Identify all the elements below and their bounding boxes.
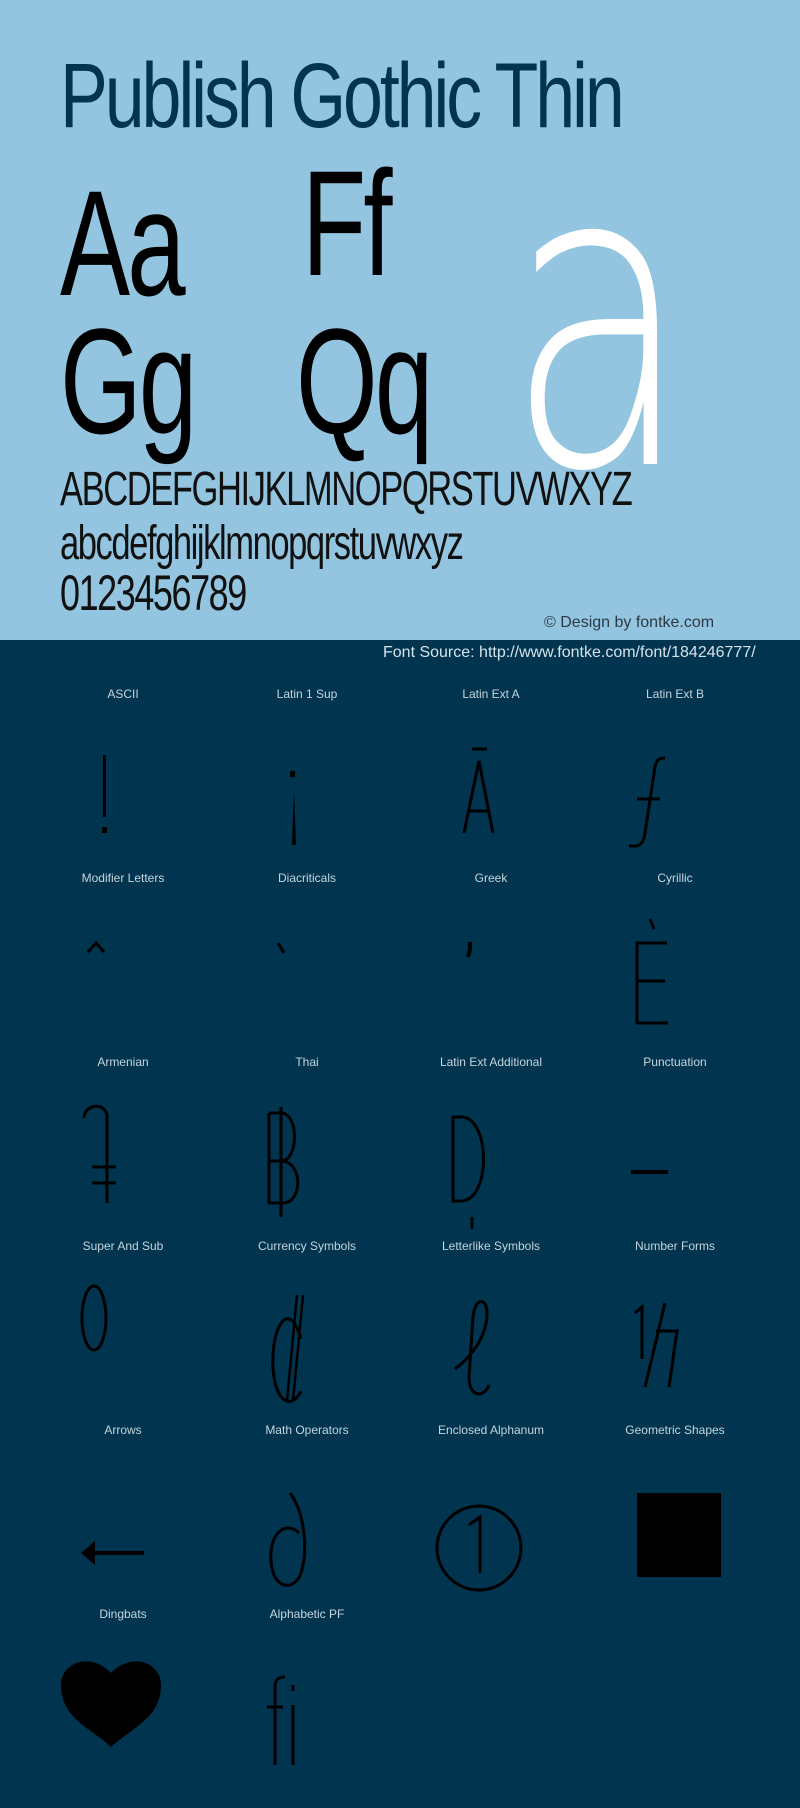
block-label: Latin Ext Additional <box>439 1055 543 1069</box>
d-dot-below-glyph-icon <box>427 1083 577 1229</box>
e-grave-glyph-icon <box>611 899 761 1039</box>
block-cell-currency-symbols[interactable]: Currency Symbols <box>215 1239 399 1423</box>
block-cell-latin-ext-b[interactable]: Latin Ext B <box>583 687 767 871</box>
block-label: Currency Symbols <box>257 1239 357 1253</box>
block-label: Punctuation <box>643 1055 707 1069</box>
block-cell-greek[interactable]: Greek <box>399 871 583 1055</box>
circumflex-glyph-icon <box>59 899 209 1039</box>
block-cell-geometric-shapes[interactable]: Geometric Shapes <box>583 1423 767 1607</box>
baht-sign-glyph-icon <box>243 1083 393 1223</box>
block-cell-latin-1-sup[interactable]: Latin 1 Sup <box>215 687 399 871</box>
block-cell-punctuation[interactable]: Punctuation <box>583 1055 767 1239</box>
one-seventh-glyph-icon <box>611 1267 761 1407</box>
lowercase-alphabet: abcdefghijklmnopqrstuvwxyz <box>60 517 464 570</box>
block-cell-latin-ext-additional[interactable]: Latin Ext Additional <box>399 1055 583 1239</box>
block-label: Cyrillic <box>657 871 693 885</box>
block-label: ASCII <box>107 687 139 701</box>
digits-row: 0123456789 <box>60 565 247 621</box>
en-dash-glyph-icon <box>611 1083 761 1223</box>
block-cell-dingbats[interactable]: Dingbats <box>31 1607 215 1791</box>
block-label: Diacriticals <box>277 871 336 885</box>
font-source-link[interactable]: Font Source: http://www.fontke.com/font/… <box>383 644 756 662</box>
block-label: Latin Ext A <box>462 687 520 701</box>
block-cell-super-and-sub[interactable]: Super And Sub <box>31 1239 215 1423</box>
block-label: Arrows <box>104 1423 142 1437</box>
block-cell-math-operators[interactable]: Math Operators <box>215 1423 399 1607</box>
sample-pair-qq: Qq <box>296 297 433 465</box>
a-macron-glyph-icon <box>427 715 577 855</box>
block-cell-number-forms[interactable]: Number Forms <box>583 1239 767 1423</box>
left-arrow-icon <box>59 1451 209 1591</box>
block-cell-enclosed-alphanum[interactable]: Enclosed Alphanum <box>399 1423 583 1607</box>
block-cell-diacriticals[interactable]: Diacriticals <box>215 871 399 1055</box>
circled-one-glyph-icon <box>427 1451 577 1592</box>
block-cell-ascii[interactable]: ASCII <box>31 687 215 871</box>
grave-accent-glyph-icon <box>243 899 393 1039</box>
block-cell-alphabetic-pf[interactable]: Alphabetic PF <box>215 1607 399 1791</box>
specimen-hero: Publish Gothic Thin Aa Ff Gg Qq a ABCDEF… <box>0 0 800 640</box>
sample-pair-aa: Aa <box>60 159 186 327</box>
block-label: Dingbats <box>99 1607 147 1621</box>
fi-ligature-glyph-icon <box>243 1635 393 1775</box>
sample-pair-ff: Ff <box>302 139 393 307</box>
greek-tonos-glyph-icon <box>427 899 577 1039</box>
block-label: Latin 1 Sup <box>276 687 338 701</box>
block-cell-thai[interactable]: Thai <box>215 1055 399 1239</box>
exclamation-glyph-icon <box>59 715 209 855</box>
black-square-icon <box>611 1451 761 1591</box>
block-cell-cyrillic[interactable]: Cyrillic <box>583 871 767 1055</box>
block-label: Modifier Letters <box>81 871 165 885</box>
f-hook-glyph-icon <box>611 715 761 855</box>
block-label: Thai <box>295 1055 319 1069</box>
cedi-sign-glyph-icon <box>243 1267 393 1407</box>
block-cell-latin-ext-a[interactable]: Latin Ext A <box>399 687 583 871</box>
block-cell-modifier-letters[interactable]: Modifier Letters <box>31 871 215 1055</box>
heart-icon <box>59 1635 209 1775</box>
block-label: Greek <box>474 871 508 885</box>
block-label: Armenian <box>97 1055 149 1069</box>
block-label: Alphabetic PF <box>269 1607 345 1621</box>
block-cell-letterlike-symbols[interactable]: Letterlike Symbols <box>399 1239 583 1423</box>
inverted-exclamation-glyph-icon <box>243 715 393 855</box>
script-l-glyph-icon <box>427 1267 577 1407</box>
sample-pair-gg: Gg <box>60 297 197 465</box>
block-label: Geometric Shapes <box>625 1423 725 1437</box>
design-credit: © Design by fontke.com <box>544 614 715 631</box>
uppercase-alphabet: ABCDEFGHIJKLMNOPQRSTUVWXYZ <box>60 463 633 516</box>
block-label: Math Operators <box>265 1423 349 1437</box>
block-label: Super And Sub <box>82 1239 164 1253</box>
block-label: Latin Ext B <box>645 687 705 701</box>
block-label: Enclosed Alphanum <box>437 1423 545 1437</box>
dram-sign-glyph-icon <box>59 1083 209 1223</box>
block-cell-armenian[interactable]: Armenian <box>31 1055 215 1239</box>
block-label: Letterlike Symbols <box>441 1239 541 1253</box>
superscript-zero-glyph-icon <box>59 1267 209 1407</box>
block-cell-arrows[interactable]: Arrows <box>31 1423 215 1607</box>
block-label: Number Forms <box>634 1239 715 1253</box>
partial-differential-glyph-icon <box>243 1451 393 1591</box>
